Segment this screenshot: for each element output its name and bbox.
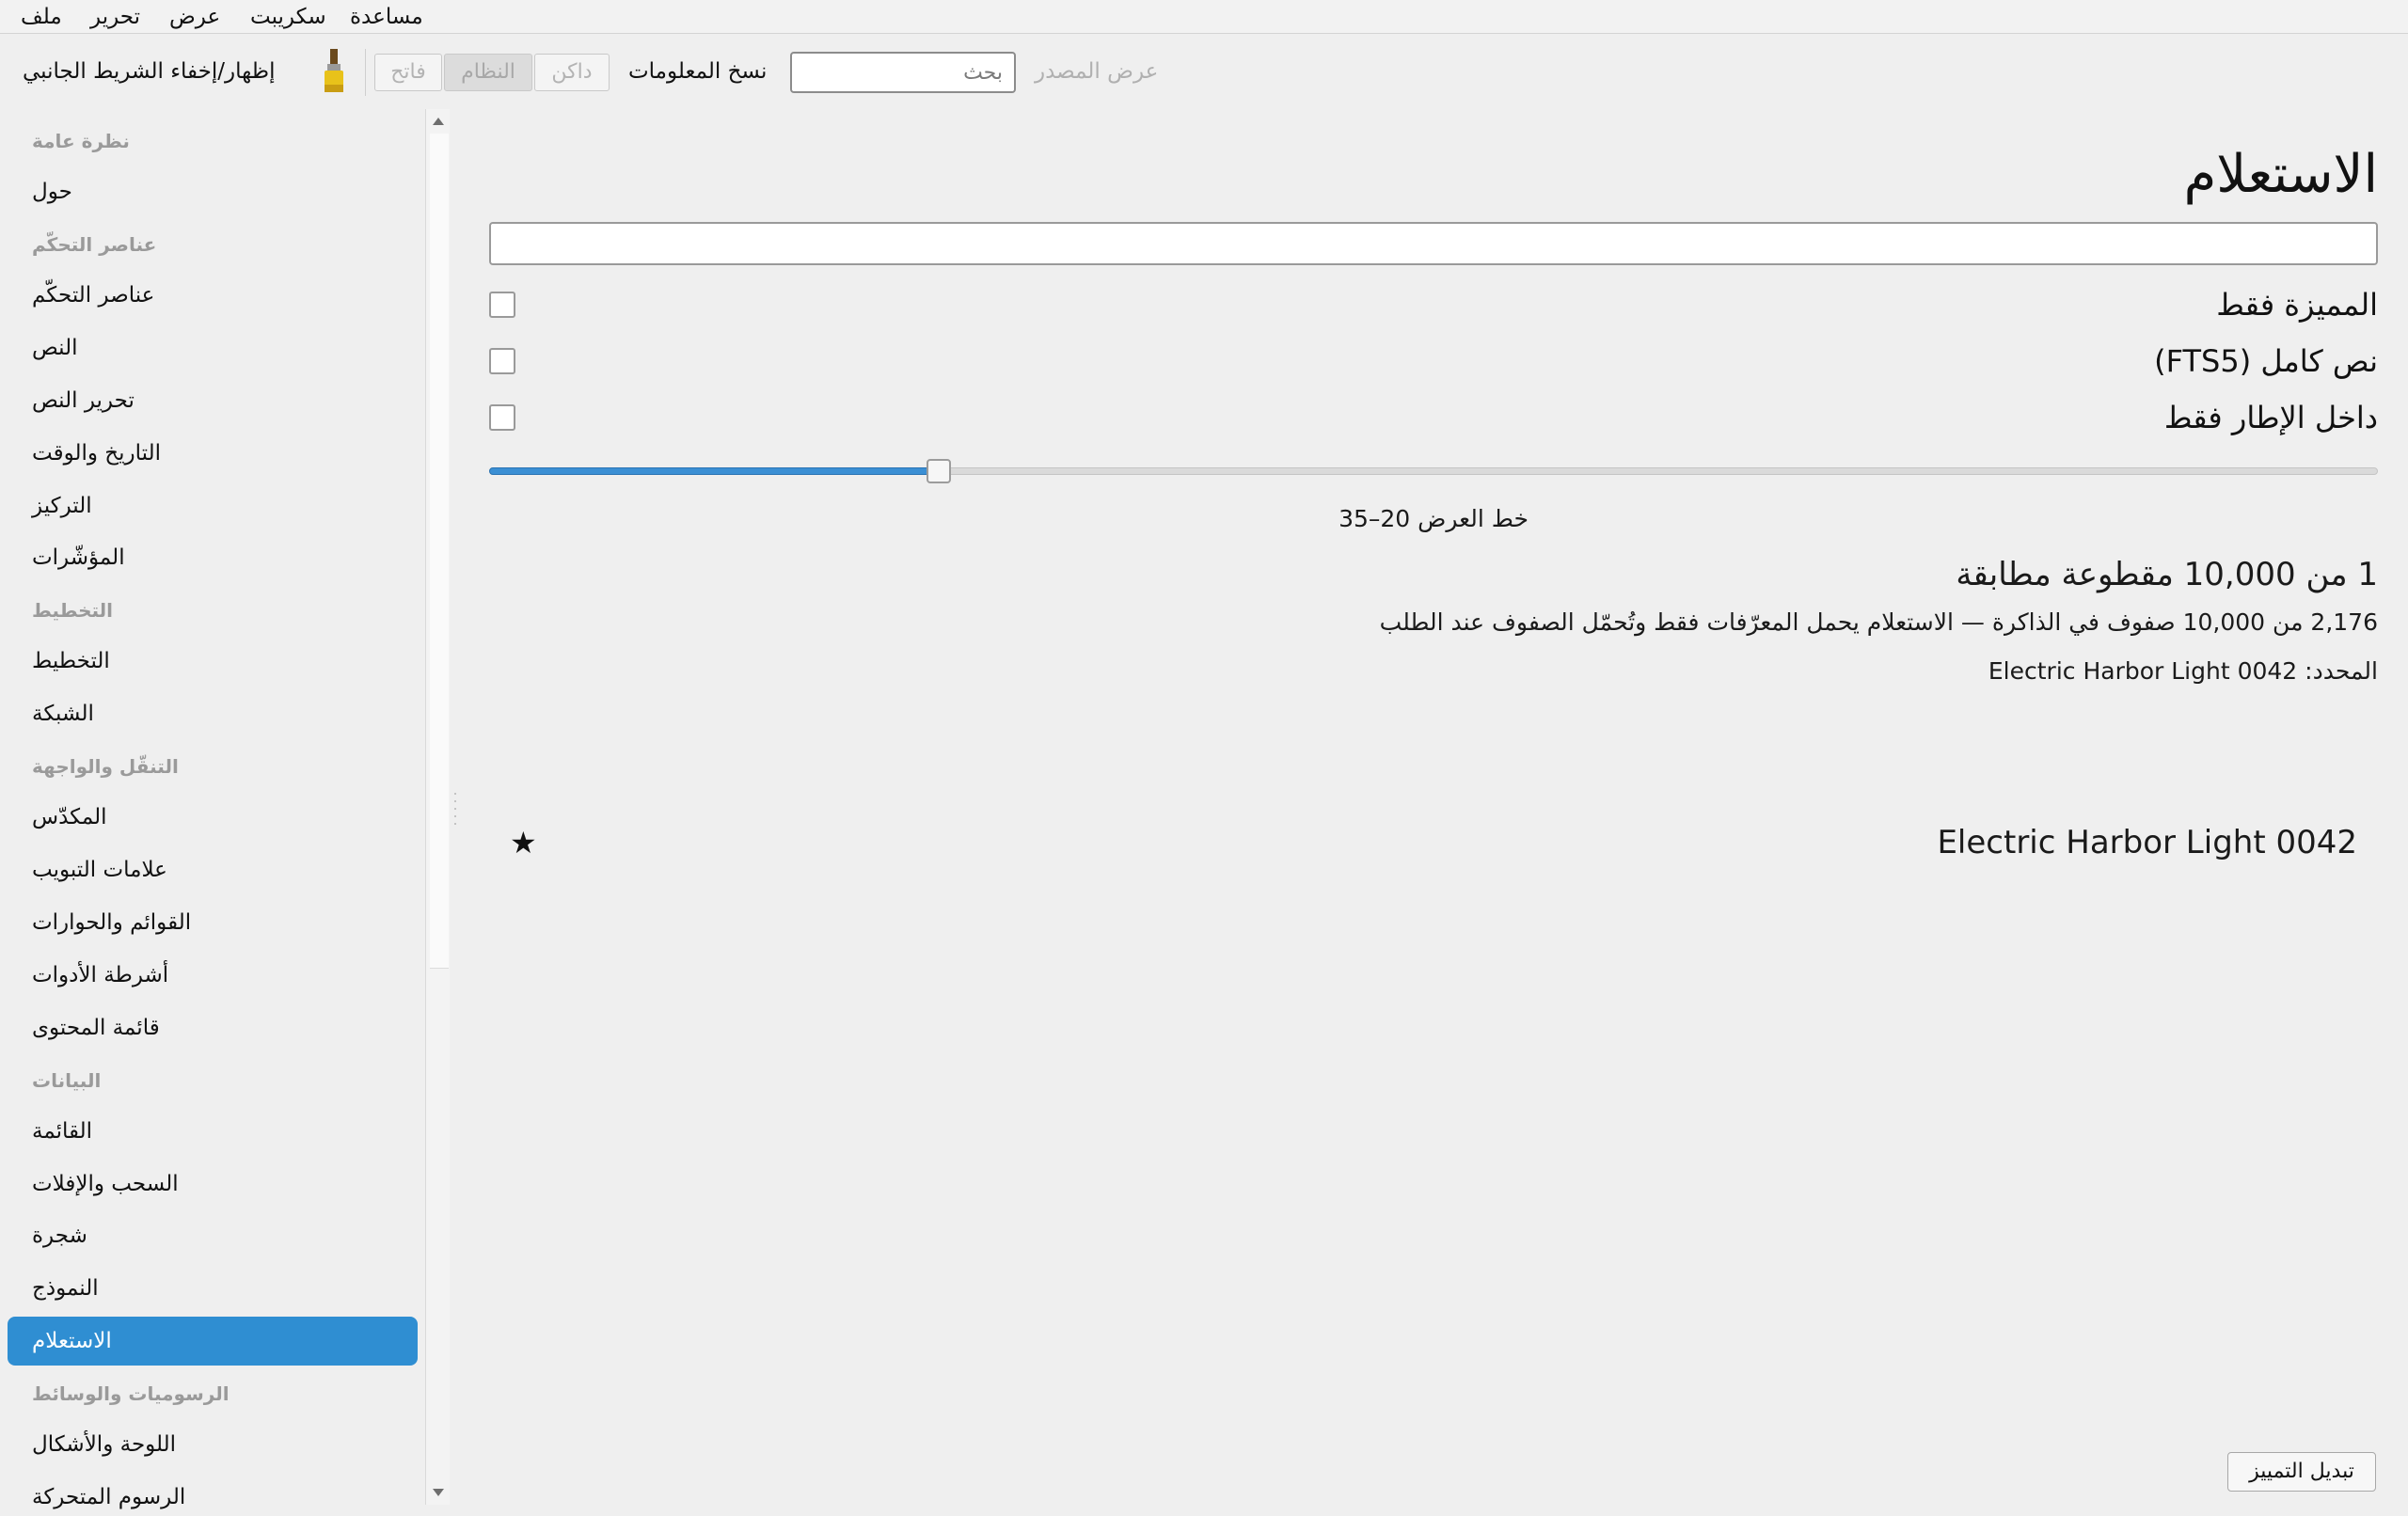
menu-view[interactable]: عرض (167, 2, 222, 32)
option-label: داخل الإطار فقط (2163, 400, 2378, 435)
sidebar-item[interactable]: السحب والإفلات (32, 1165, 179, 1203)
option-in-frame-only[interactable]: داخل الإطار فقط (489, 397, 2378, 438)
sidebar-section-heading: البيانات (32, 1068, 102, 1092)
result-name: Electric Harbor Light 0042 (1937, 824, 2357, 861)
slider-fill (489, 467, 939, 475)
sidebar-item[interactable]: التركيز (32, 487, 92, 525)
theme-dark-button[interactable]: داكن (534, 54, 610, 91)
sidebar-item[interactable]: الرسوم المتحركة (32, 1478, 185, 1516)
sidebar-item[interactable]: الاستعلام (8, 1317, 418, 1366)
sidebar-item[interactable]: علامات التبويب (32, 851, 167, 889)
in-frame-only-checkbox[interactable] (489, 404, 515, 431)
scroll-thumb[interactable] (430, 134, 449, 969)
menu-file[interactable]: ملف (19, 2, 64, 32)
sidebar-item[interactable]: حول (32, 173, 72, 211)
option-label: نص كامل (FTS5) (2154, 343, 2378, 379)
result-row[interactable]: Electric Harbor Light 0042 ★ (489, 814, 2378, 871)
memory-info: 2,176 من 10,000 صفوف في الذاكرة — الاستع… (1379, 608, 2378, 636)
sidebar-item[interactable]: القوائم والحوارات (32, 904, 191, 941)
sidebar-item[interactable]: القائمة (32, 1113, 92, 1150)
sidebar-item[interactable]: أشرطة الأدوات (32, 956, 168, 994)
sidebar-item[interactable]: الشبكة (32, 695, 94, 733)
toggle-star-button[interactable]: تبديل التمييز (2227, 1452, 2376, 1492)
toolbar-separator (365, 49, 366, 96)
star-icon[interactable]: ★ (510, 814, 537, 871)
theme-light-button[interactable]: فاتح (374, 54, 442, 91)
sidebar-section-heading: التخطيط (32, 599, 114, 623)
sidebar-item[interactable]: المؤشّرات (32, 539, 125, 576)
view-source-button[interactable]: عرض المصدر (1035, 34, 1158, 109)
main-content: الاستعلام المميزة فقط نص كامل (FTS5) داخ… (457, 109, 2408, 1505)
menu-help[interactable]: مساعدة (348, 2, 425, 32)
search-input[interactable] (790, 52, 1016, 93)
sidebar-item[interactable]: المكدّس (32, 798, 107, 836)
latitude-slider[interactable] (489, 457, 2378, 485)
sidebar-item[interactable]: التخطيط (32, 642, 110, 680)
starred-only-checkbox[interactable] (489, 292, 515, 318)
sidebar-item[interactable]: اللوحة والأشكال (32, 1426, 176, 1463)
sidebar-item[interactable]: عناصر التحكّم (32, 276, 154, 314)
scroll-up-icon[interactable] (430, 113, 447, 130)
scroll-track[interactable] (428, 134, 449, 1480)
paintbrush-icon[interactable] (318, 47, 350, 96)
option-starred-only[interactable]: المميزة فقط (489, 284, 2378, 325)
menu-edit[interactable]: تحرير (88, 2, 142, 32)
slider-caption: خط العرض 20–35 (1339, 505, 1529, 532)
sidebar-section-heading: الرسوميات والوسائط (32, 1382, 230, 1406)
menu-script[interactable]: سكريبت (248, 2, 328, 32)
scroll-down-icon[interactable] (430, 1484, 447, 1501)
full-text-checkbox[interactable] (489, 348, 515, 374)
match-count: 1 من 10,000 مقطوعة مطابقة (1956, 556, 2378, 593)
query-input[interactable] (489, 222, 2378, 265)
sidebar-scrollbar[interactable] (425, 109, 450, 1505)
slider-handle[interactable] (926, 459, 951, 483)
sidebar-section-heading: التنقّل والواجهة (32, 755, 179, 779)
sidebar-item[interactable]: التاريخ والوقت (32, 434, 161, 472)
sidebar-item[interactable]: قائمة المحتوى (32, 1009, 160, 1047)
toolbar: إظهار/إخفاء الشريط الجانبي فاتح النظام د… (0, 34, 2408, 109)
sidebar-section-heading: نظرة عامة (32, 130, 130, 152)
page-title: الاستعلام (2183, 144, 2378, 205)
sidebar-section-heading: عناصر التحكّم (32, 232, 157, 256)
selected-info: المحدد: Electric Harbor Light 0042 (1988, 657, 2378, 685)
copy-info-button[interactable]: نسخ المعلومات (628, 34, 767, 109)
option-full-text[interactable]: نص كامل (FTS5) (489, 340, 2378, 382)
sidebar-item[interactable]: شجرة (32, 1217, 87, 1255)
sidebar-item[interactable]: النص (32, 329, 78, 367)
sidebar: نظرة عامة حول عناصر التحكّم عناصر التحكّم ال… (0, 109, 425, 1509)
toggle-sidebar-button[interactable]: إظهار/إخفاء الشريط الجانبي (23, 34, 275, 109)
option-label: المميزة فقط (2216, 287, 2378, 323)
sidebar-item[interactable]: تحرير النص (32, 382, 135, 419)
menubar: ملف تحرير عرض سكريبت مساعدة (0, 0, 2408, 34)
theme-system-button[interactable]: النظام (444, 54, 532, 91)
sidebar-item[interactable]: النموذج (32, 1270, 99, 1307)
